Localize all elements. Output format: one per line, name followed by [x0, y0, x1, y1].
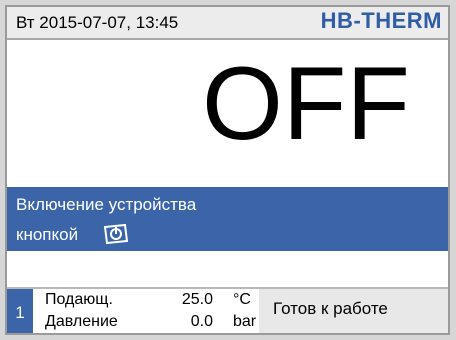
blank-area: [7, 251, 448, 287]
header-bar: Вт 2015-07-07, 13:45 HB-THERM: [7, 7, 448, 40]
param-label-pressure: Давление: [45, 313, 118, 330]
parameters-panel[interactable]: Подающ. 25.0 °C Давление 0.0 bar: [33, 289, 259, 333]
param-unit-pressure: bar: [233, 313, 257, 330]
param-label-supply: Подающ.: [45, 291, 113, 308]
param-unit-supply: °C: [233, 291, 251, 308]
brand-logo: HB-THERM: [320, 8, 442, 33]
param-value-supply: 25.0: [181, 291, 213, 308]
datetime: Вт 2015-07-07, 13:45: [16, 13, 179, 32]
power-button-icon: [102, 223, 130, 245]
ready-status: Готов к работе: [273, 299, 388, 318]
operation-status: OFF: [202, 46, 410, 162]
info-line-2: кнопкой: [16, 225, 79, 244]
info-message: Включение устройства кнопкой: [7, 187, 448, 251]
unit-number[interactable]: 1: [7, 289, 33, 333]
param-value-pressure: 0.0: [190, 313, 213, 330]
hmi-screen: Вт 2015-07-07, 13:45 HB-THERM OFF Включе…: [5, 5, 450, 335]
footer-bar: 1 Подающ. 25.0 °C Давление 0.0 bar Готов…: [7, 287, 448, 333]
info-line-1: Включение устройства: [16, 195, 197, 214]
